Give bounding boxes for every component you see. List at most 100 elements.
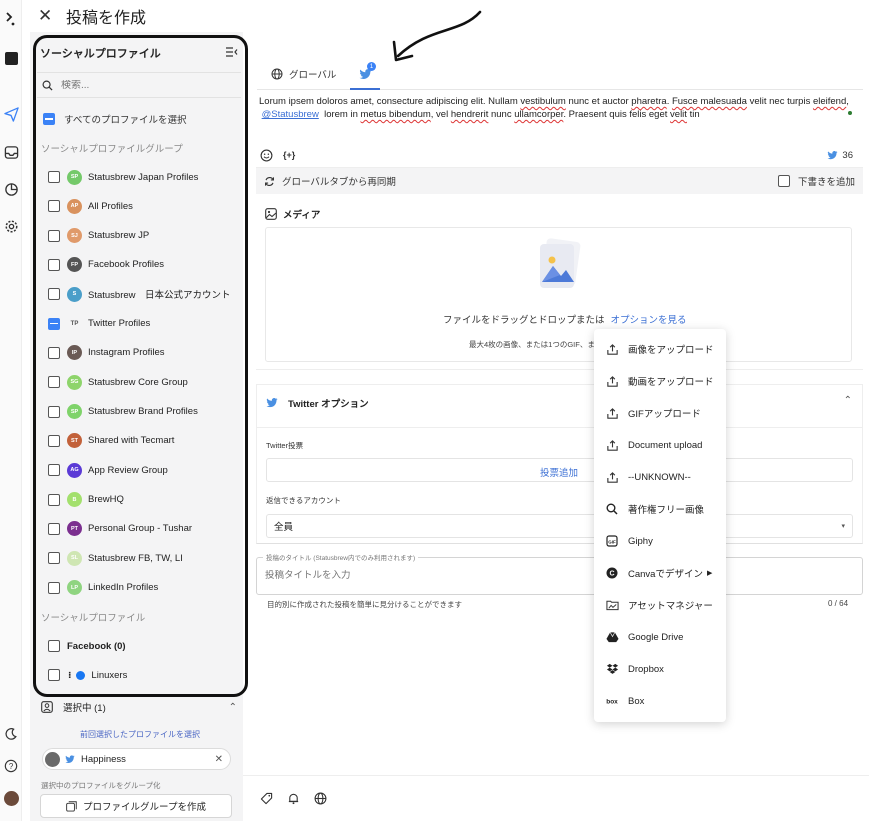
profile-group-row[interactable]: FP Facebook Profiles — [48, 256, 164, 274]
see-options-link[interactable]: オプションを見る — [611, 315, 687, 326]
chevron-up-icon[interactable]: ⌃ — [844, 395, 852, 406]
profile-group-row[interactable]: B BrewHQ — [48, 491, 124, 509]
upload-menu-item[interactable]: Google Drive — [594, 621, 726, 653]
profile-name: Linuxers — [91, 669, 128, 681]
create-group-button[interactable]: プロファイルグループを作成 — [40, 794, 232, 818]
select-all-row[interactable]: すべてのプロファイルを選択 — [43, 112, 186, 126]
upload-menu-item-label: Google Drive — [628, 631, 684, 643]
tab-global[interactable]: グローバル — [271, 67, 336, 81]
post-title-input[interactable] — [265, 570, 825, 581]
profile-group-checkbox[interactable] — [48, 434, 60, 447]
profile-group-row[interactable]: ST Shared with Tecmart — [48, 432, 174, 450]
profile-group-checkbox[interactable] — [48, 346, 60, 359]
profile-search-input[interactable] — [61, 79, 221, 91]
upload-menu-item-label: 著作権フリー画像 — [628, 505, 705, 516]
dark-mode-icon[interactable] — [3, 726, 19, 742]
profile-group-checkbox[interactable] — [48, 258, 60, 271]
tag-icon[interactable] — [260, 792, 273, 805]
selected-profiles-header[interactable]: 選択中 (1) ⌃ — [41, 700, 237, 714]
composer-tabs: グローバル 1 — [257, 60, 863, 90]
profile-group-checkbox[interactable] — [48, 405, 60, 418]
profile-group-checkbox[interactable] — [48, 493, 60, 506]
profile-checkbox[interactable] — [48, 669, 60, 681]
profile-group-row[interactable]: SP Statusbrew Japan Profiles — [48, 168, 198, 186]
profile-group-checkbox[interactable] — [48, 200, 60, 213]
profile-group-checkbox[interactable] — [48, 288, 60, 301]
draft-checkbox[interactable] — [777, 175, 790, 187]
profile-row[interactable]: Facebook (0) — [48, 637, 126, 655]
profile-group-checkbox[interactable] — [48, 317, 60, 330]
select-all-checkbox[interactable] — [43, 113, 55, 125]
resync-label[interactable]: グローバルタブから再同期 — [282, 174, 396, 188]
nav-rail: ? — [0, 0, 22, 821]
profile-group-row[interactable]: SL Statusbrew FB, TW, LI — [48, 549, 183, 567]
media-dropzone[interactable]: ファイルをドラッグとドロップまたは オプションを見る 最大4枚の画像、または1つの… — [265, 227, 852, 362]
post-text-editor[interactable]: Lorum ipsem doloros amet, consecture adi… — [259, 95, 855, 121]
upload-menu-item[interactable]: --UNKNOWN-- — [594, 461, 726, 493]
groups-section-label: ソーシャルプロファイルグループ — [41, 144, 183, 155]
profile-group-row[interactable]: AG App Review Group — [48, 461, 168, 479]
upload-menu-item[interactable]: C Canvaでデザイン ▶ — [594, 557, 726, 589]
profile-group-row[interactable]: TP Twitter Profiles — [48, 315, 150, 333]
profile-group-row[interactable]: LP LinkedIn Profiles — [48, 579, 158, 597]
upload-menu-item[interactable]: 画像をアップロード — [594, 333, 726, 365]
profile-group-row[interactable]: AP All Profiles — [48, 197, 133, 215]
upload-menu-item[interactable]: Dropbox — [594, 653, 726, 685]
user-avatar[interactable] — [3, 790, 19, 806]
asset-manager-icon — [605, 598, 619, 612]
profiles-panel-title: ソーシャルプロファイル — [40, 48, 161, 60]
previous-selection-link[interactable]: 前回選択したプロファイルを選択 — [80, 729, 200, 740]
profile-group-row[interactable]: SP Statusbrew Brand Profiles — [48, 403, 198, 421]
profile-group-checkbox[interactable] — [48, 229, 60, 242]
upload-menu-item[interactable]: アセットマネジャー — [594, 589, 726, 621]
profile-group-row[interactable]: SJ Statusbrew JP — [48, 227, 149, 245]
add-poll-button[interactable]: 投票追加 — [540, 465, 578, 479]
upload-icon — [605, 470, 619, 484]
submenu-arrow-icon: ▶ — [706, 570, 713, 577]
bell-icon[interactable] — [287, 792, 300, 805]
publish-icon[interactable] — [3, 106, 19, 122]
selected-count-label: 選択中 (1) — [63, 703, 106, 714]
profile-row[interactable]: ⁝ Linuxers — [48, 666, 127, 684]
settings-icon[interactable] — [3, 218, 19, 234]
reports-icon[interactable] — [3, 181, 19, 197]
upload-menu-item[interactable]: box Box — [594, 685, 726, 717]
reply-select[interactable]: 全員 ▾ — [266, 514, 853, 538]
profile-group-checkbox[interactable] — [48, 376, 60, 389]
profile-group-row[interactable]: SG Statusbrew Core Group — [48, 373, 188, 391]
upload-menu-item-label: Dropbox — [628, 663, 664, 675]
help-icon[interactable]: ? — [3, 758, 19, 774]
emoji-icon[interactable] — [260, 149, 273, 162]
upload-menu-item[interactable]: GIF Giphy — [594, 525, 726, 557]
inbox-icon[interactable] — [3, 144, 19, 160]
mention-link[interactable]: @Statusbrew — [262, 109, 319, 120]
twitter-options-header[interactable]: Twitter オプション — [266, 396, 369, 410]
chevron-up-icon[interactable]: ⌃ — [229, 702, 237, 713]
globe-icon[interactable] — [314, 792, 327, 805]
profile-group-name: Statusbrew Brand Profiles — [88, 406, 198, 418]
profile-group-row[interactable]: PT Personal Group - Tushar — [48, 520, 192, 538]
workspace-icon[interactable] — [3, 50, 19, 66]
upload-menu-item[interactable]: 動画をアップロード — [594, 365, 726, 397]
profile-group-checkbox[interactable] — [48, 464, 60, 477]
profile-group-checkbox[interactable] — [48, 522, 60, 535]
remove-chip-icon[interactable]: ✕ — [215, 754, 223, 765]
draft-toggle[interactable]: 下書きを追加 — [777, 174, 855, 188]
upload-menu-item[interactable]: GIFアップロード — [594, 397, 726, 429]
logo-icon[interactable] — [3, 11, 19, 27]
profile-group-row[interactable]: IP Instagram Profiles — [48, 344, 165, 362]
upload-menu-item-label: Document upload — [628, 439, 703, 451]
poll-label: Twitter投票 — [266, 441, 304, 450]
profile-checkbox[interactable] — [48, 640, 60, 652]
profile-group-checkbox[interactable] — [48, 581, 60, 594]
upload-menu-item[interactable]: Document upload — [594, 429, 726, 461]
tab-twitter[interactable]: 1 — [350, 60, 380, 90]
profile-group-checkbox[interactable] — [48, 552, 60, 565]
collapse-panel-icon[interactable] — [226, 46, 238, 60]
profile-group-row[interactable]: S Statusbrew 日本公式アカウント — [48, 285, 231, 303]
close-icon[interactable]: ✕ — [38, 6, 58, 26]
sync-icon[interactable] — [264, 176, 275, 187]
upload-menu-item[interactable]: 著作権フリー画像 — [594, 493, 726, 525]
variable-insert-button[interactable]: {+} — [283, 150, 295, 160]
profile-group-checkbox[interactable] — [48, 171, 60, 183]
